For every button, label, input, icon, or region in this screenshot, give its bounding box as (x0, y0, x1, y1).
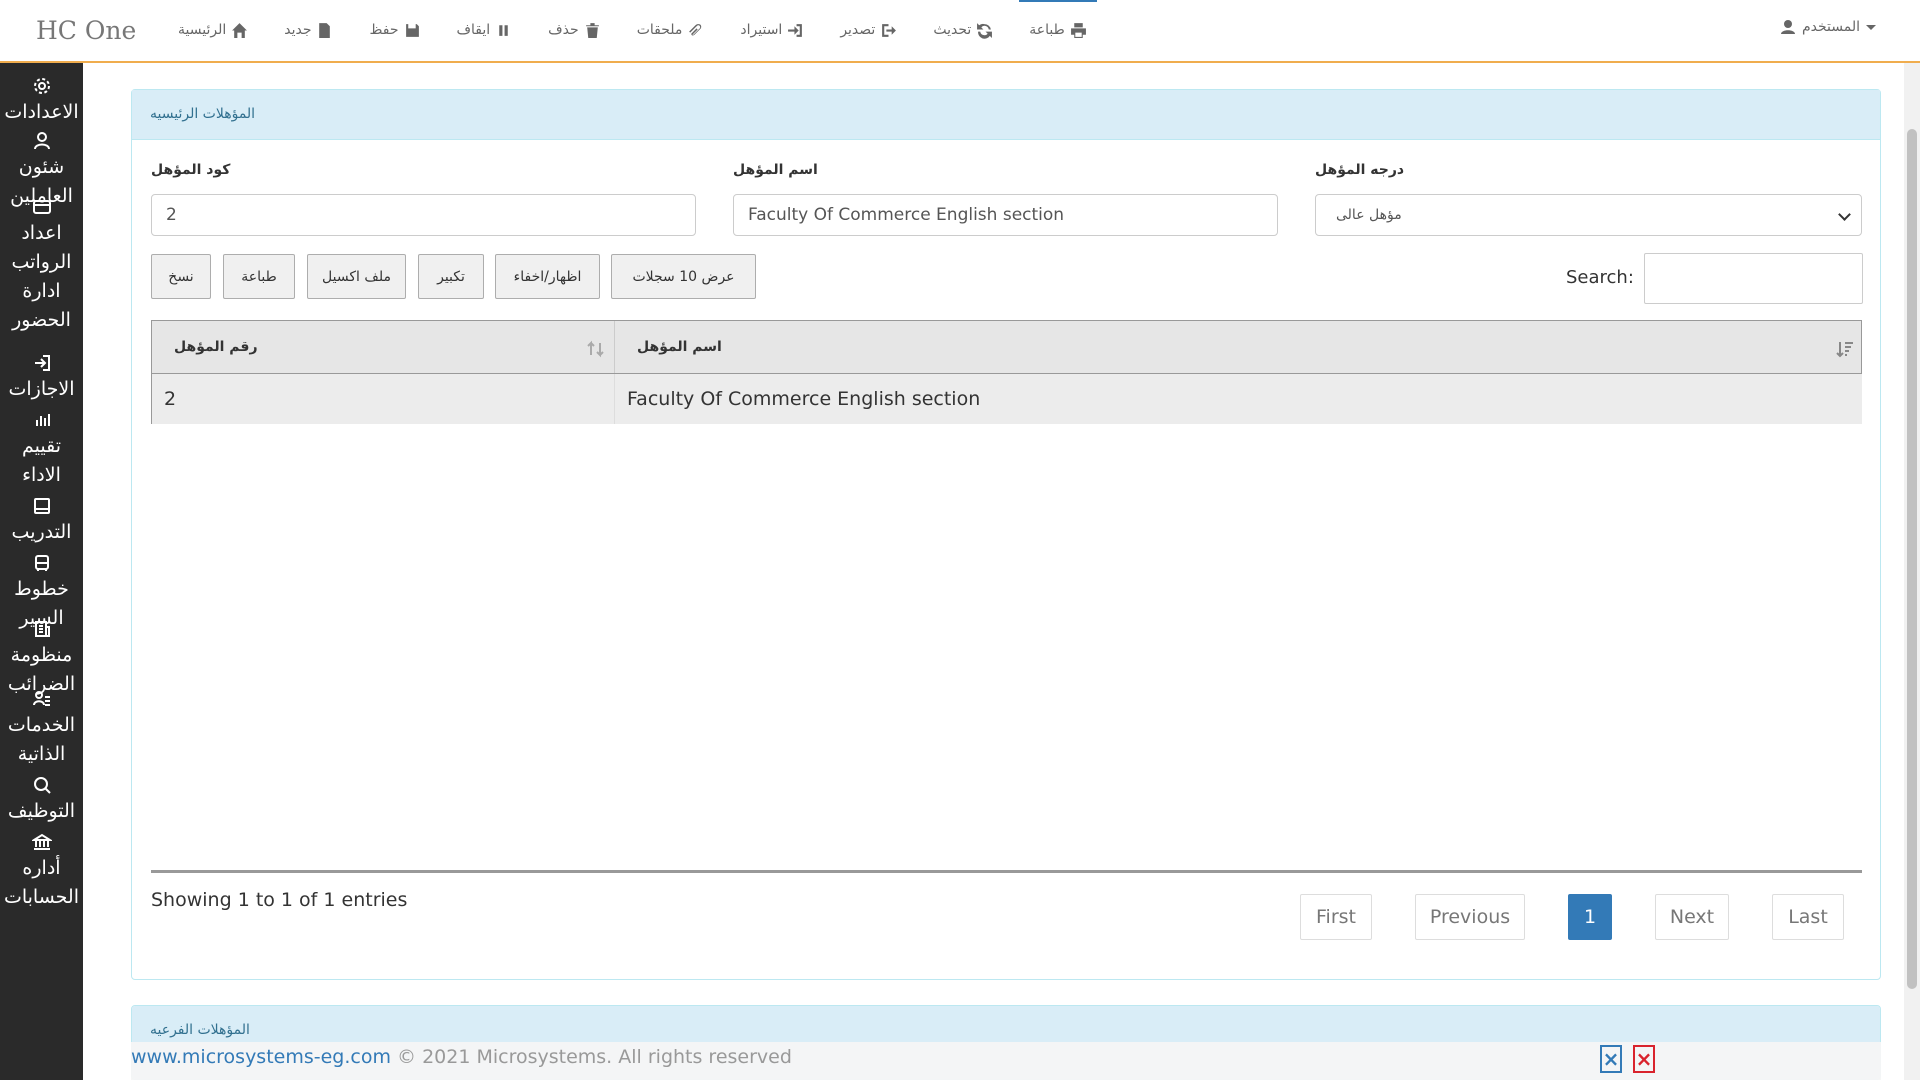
book-icon (33, 498, 50, 514)
name-label: اسم المؤهل (733, 162, 818, 178)
bus-icon (34, 555, 49, 571)
top-navbar: HC One الرئيسية جديد حفظ ايقاف حذف ملحقا… (0, 0, 1920, 63)
user-icon (33, 132, 50, 150)
panel-heading: المؤهلات الرئيسيه (132, 90, 1880, 140)
nav-home[interactable]: الرئيسية (160, 0, 266, 60)
search-icon (33, 777, 51, 794)
pager-current[interactable]: 1 (1568, 894, 1612, 940)
code-label: كود المؤهل (151, 162, 231, 178)
show-records-button[interactable]: عرض 10 سجلات (611, 254, 756, 299)
refresh-icon (977, 22, 993, 39)
bank-icon (31, 833, 52, 850)
users-icon (32, 691, 50, 706)
brand-title[interactable]: HC One (36, 16, 136, 45)
pager-last[interactable]: Last (1772, 894, 1844, 940)
home-icon (232, 22, 248, 38)
sidebar-item-performance[interactable]: تقييم الاداء (0, 410, 83, 490)
search-input[interactable] (1644, 253, 1863, 304)
toggle-columns-button[interactable]: اظهار/اخفاء (495, 254, 600, 299)
export-icon (882, 23, 897, 37)
table-row[interactable]: 2 Faculty Of Commerce English section (151, 374, 1862, 424)
nav-attachments[interactable]: ملحقات (619, 0, 723, 60)
chevron-down-icon (1838, 208, 1851, 221)
pager-previous[interactable]: Previous (1415, 894, 1525, 940)
pager-first[interactable]: First (1300, 894, 1372, 940)
sidebar-item-self-services[interactable]: الخدمات الذاتية (0, 689, 83, 769)
print-icon (1070, 22, 1086, 38)
header-name[interactable]: اسم المؤهل (615, 321, 1861, 373)
print-button[interactable]: طباعة (223, 254, 295, 299)
caret-down-icon (1866, 24, 1876, 30)
table-info: Showing 1 to 1 of 1 entries (151, 889, 408, 911)
sort-both-icon (587, 340, 604, 358)
sidebar-item-training[interactable]: التدريب (0, 496, 83, 547)
nav-save[interactable]: حفظ (351, 0, 438, 60)
nav-import[interactable]: استيراد (722, 0, 822, 60)
pause-icon (499, 24, 508, 36)
sidebar-item-recruitment[interactable]: التوظيف (0, 775, 83, 826)
panel-title: المؤهلات الرئيسيه (150, 106, 256, 122)
footer-link[interactable]: www.microsystems-eg.com (131, 1046, 391, 1068)
user-label: المستخدم (1801, 19, 1860, 35)
nav-delete[interactable]: حذف (530, 0, 619, 60)
cell-name: Faculty Of Commerce English section (627, 388, 981, 410)
nav-new[interactable]: جديد (266, 0, 351, 60)
import-icon (788, 23, 803, 37)
close-blue-icon[interactable]: × (1600, 1045, 1622, 1073)
qualifications-table: رقم المؤهل اسم المؤهل 2 Faculty Of Comme… (151, 320, 1862, 424)
user-menu[interactable]: المستخدم (1780, 19, 1876, 35)
panel2-title: المؤهلات الفرعيه (150, 1022, 250, 1038)
sidebar: الاعدادات شئون العاملين اعداد الرواتب اد… (0, 63, 83, 1080)
nav-refresh[interactable]: تحديث (915, 0, 1011, 60)
bar-chart-icon (35, 414, 50, 426)
header-num[interactable]: رقم المؤهل (152, 321, 615, 373)
excel-button[interactable]: ملف اكسيل (307, 254, 406, 299)
page-scrollbar[interactable] (1904, 63, 1920, 1080)
sign-out-icon (34, 355, 50, 371)
pager-next[interactable]: Next (1655, 894, 1729, 940)
copy-button[interactable]: نسخ (151, 254, 211, 299)
wallet-icon (32, 200, 51, 214)
table-header: رقم المؤهل اسم المؤهل (151, 320, 1862, 374)
degree-label: درجه المؤهل (1315, 162, 1405, 178)
file-icon (319, 22, 331, 38)
close-red-icon[interactable]: × (1633, 1045, 1655, 1073)
receipt-icon (34, 621, 50, 637)
toolbar: الرئيسية جديد حفظ ايقاف حذف ملحقات استير… (160, 0, 1105, 60)
nav-print[interactable]: طباعة (1011, 0, 1105, 60)
gear-icon (33, 78, 50, 94)
code-field[interactable]: 2 (151, 194, 696, 236)
trash-icon (585, 22, 599, 38)
paperclip-icon (689, 23, 702, 35)
main-qualifications-panel: المؤهلات الرئيسيه كود المؤهل 2 اسم المؤه… (131, 89, 1881, 980)
sidebar-item-attendance[interactable]: ادارة الحضور (0, 277, 83, 347)
name-field[interactable]: Faculty Of Commerce English section (733, 194, 1278, 236)
user-icon (1780, 20, 1795, 34)
search-label: Search: (1566, 267, 1634, 288)
degree-select[interactable]: مؤهل عالى (1315, 194, 1862, 236)
sidebar-item-vacations[interactable]: الاجازات (0, 353, 83, 404)
sidebar-item-accounts[interactable]: أداره الحسابات (0, 832, 83, 912)
save-icon (405, 23, 419, 37)
nav-pause[interactable]: ايقاف (439, 0, 531, 60)
sort-desc-icon (1836, 342, 1853, 358)
zoom-button[interactable]: تكبير (418, 254, 484, 299)
footer-text: © 2021 Microsystems. All rights reserved (390, 1046, 792, 1068)
nav-export[interactable]: تصدير (822, 0, 915, 60)
sidebar-item-settings[interactable]: الاعدادات (0, 76, 83, 127)
cell-num: 2 (152, 374, 615, 424)
table-footer-line (151, 870, 1862, 873)
scrollbar-thumb[interactable] (1907, 129, 1917, 989)
